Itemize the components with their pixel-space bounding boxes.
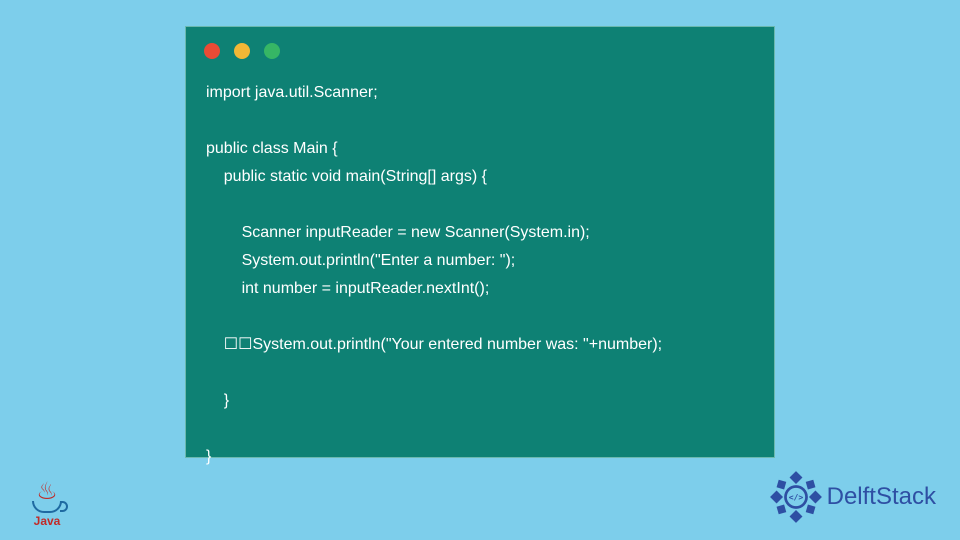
minimize-icon — [234, 43, 250, 59]
code-block: import java.util.Scanner; public class M… — [186, 65, 774, 479]
java-logo: ♨ Java — [28, 485, 66, 528]
delftstack-logo: </> DelftStack — [769, 470, 936, 524]
window-titlebar — [186, 27, 774, 65]
code-window: import java.util.Scanner; public class M… — [185, 26, 775, 458]
delftstack-icon: </> — [769, 470, 823, 524]
java-cup-icon — [32, 501, 62, 513]
close-icon — [204, 43, 220, 59]
svg-text:</>: </> — [788, 492, 803, 502]
maximize-icon — [264, 43, 280, 59]
delftstack-label: DelftStack — [827, 483, 936, 511]
java-steam-icon: ♨ — [28, 485, 66, 499]
java-logo-label: Java — [28, 514, 66, 528]
